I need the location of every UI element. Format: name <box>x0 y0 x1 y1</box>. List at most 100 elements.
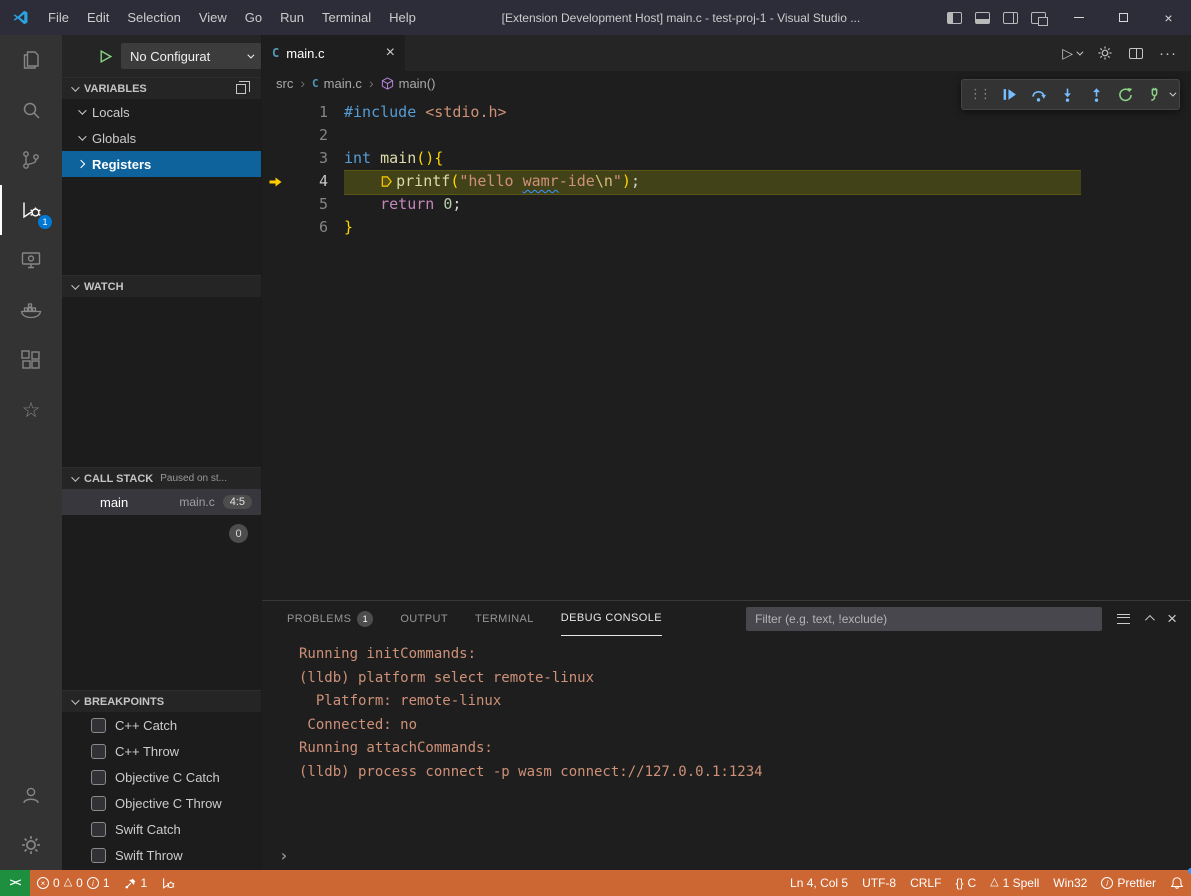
menu-view[interactable]: View <box>190 0 236 35</box>
collapse-all-icon[interactable] <box>236 84 246 94</box>
notifications-bell[interactable] <box>1163 870 1191 896</box>
accounts-icon[interactable] <box>0 770 62 820</box>
step-over-button[interactable] <box>1024 82 1053 108</box>
breakpoint-row[interactable]: C++ Catch <box>62 712 261 738</box>
menu-selection[interactable]: Selection <box>118 0 189 35</box>
breakpoint-row[interactable]: Swift Throw <box>62 842 261 868</box>
star-icon[interactable]: ☆ <box>0 385 62 435</box>
toggle-sidebar-icon[interactable] <box>947 12 962 24</box>
code-editor[interactable]: 1#include <stdio.h>23int main(){4 printf… <box>262 95 1191 600</box>
breadcrumb-file[interactable]: C main.c <box>312 76 362 91</box>
breadcrumb-symbol[interactable]: main() <box>381 76 436 91</box>
code-line-3[interactable]: 3int main(){ <box>262 147 1191 170</box>
customize-layout-icon[interactable] <box>1031 12 1046 24</box>
line-number: 6 <box>288 216 328 239</box>
encoding-status[interactable]: UTF-8 <box>855 870 903 896</box>
breakpoint-checkbox[interactable] <box>91 770 106 785</box>
console-prompt-icon[interactable]: › <box>279 846 289 865</box>
panel-tab-output[interactable]: OUTPUT <box>400 601 448 636</box>
tools-status[interactable]: 1 <box>117 870 155 896</box>
tab-close-icon[interactable]: × <box>386 45 395 61</box>
problems-status[interactable]: × 0 △ 0 i 1 <box>30 870 117 896</box>
breakpoint-row[interactable]: Objective C Throw <box>62 790 261 816</box>
extensions-icon[interactable] <box>0 335 62 385</box>
breakpoint-checkbox[interactable] <box>91 796 106 811</box>
toggle-panel-icon[interactable] <box>975 12 990 24</box>
stack-frame-row[interactable]: main main.c 4:5 <box>62 489 261 515</box>
close-button[interactable]: × <box>1146 0 1191 35</box>
run-and-debug-icon[interactable]: 1 <box>0 185 62 235</box>
remote-explorer-icon[interactable] <box>0 235 62 285</box>
breakpoints-section-header[interactable]: BREAKPOINTS <box>62 690 261 712</box>
debug-launch-toolbar: No Configurat <box>62 35 261 77</box>
maximize-panel-icon[interactable] <box>1145 615 1155 625</box>
variables-item-locals[interactable]: Locals <box>62 99 261 125</box>
variables-item-globals[interactable]: Globals <box>62 125 261 151</box>
menu-help[interactable]: Help <box>380 0 425 35</box>
panel-tab-problems[interactable]: PROBLEMS1 <box>287 601 373 636</box>
settings-gear-icon[interactable] <box>0 820 62 870</box>
breakpoint-row[interactable]: Swift Catch <box>62 816 261 842</box>
callstack-section-header[interactable]: CALL STACK Paused on st... <box>62 467 261 489</box>
method-symbol-icon <box>381 77 394 90</box>
console-menu-icon[interactable] <box>1117 614 1130 624</box>
more-actions-icon[interactable]: ··· <box>1159 45 1177 62</box>
code-line-6[interactable]: 6} <box>262 216 1191 239</box>
code-line-2[interactable]: 2 <box>262 124 1191 147</box>
formatter-status[interactable]: / Prettier <box>1094 870 1163 896</box>
watch-section-header[interactable]: WATCH <box>62 275 261 297</box>
spell-status[interactable]: △ 1 Spell <box>983 870 1046 896</box>
debug-configuration-dropdown[interactable]: No Configurat <box>121 43 261 69</box>
breadcrumb-src[interactable]: src <box>276 76 293 91</box>
step-into-button[interactable] <box>1053 82 1082 108</box>
run-or-debug-button[interactable]: ▷ <box>1062 45 1081 62</box>
panel-tab-debug-console[interactable]: DEBUG CONSOLE <box>561 601 662 636</box>
console-filter-input[interactable] <box>746 607 1102 631</box>
titlebar: FileEditSelectionViewGoRunTerminalHelp [… <box>0 0 1191 35</box>
editor-settings-gear-icon[interactable] <box>1097 45 1113 61</box>
variables-item-registers[interactable]: Registers <box>62 151 261 177</box>
menu-go[interactable]: Go <box>236 0 271 35</box>
drag-handle-icon[interactable]: ⋮⋮ <box>967 87 995 102</box>
breakpoint-checkbox[interactable] <box>91 744 106 759</box>
variables-section-header[interactable]: VARIABLES <box>62 77 261 99</box>
breakpoint-checkbox[interactable] <box>91 848 106 863</box>
debug-status[interactable] <box>154 870 182 896</box>
code-content: #include <stdio.h> <box>344 101 507 124</box>
remote-indicator[interactable]: >< <box>0 870 30 896</box>
platform-status[interactable]: Win32 <box>1046 870 1094 896</box>
debug-console-output[interactable]: Running initCommands:(lldb) platform sel… <box>262 636 1191 870</box>
minimize-button[interactable] <box>1056 0 1101 35</box>
menu-run[interactable]: Run <box>271 0 313 35</box>
disconnect-button[interactable] <box>1140 82 1169 108</box>
breakpoint-checkbox[interactable] <box>91 718 106 733</box>
menu-edit[interactable]: Edit <box>78 0 118 35</box>
code-line-4[interactable]: 4 printf("hello wamr-ide\n"); <box>262 170 1191 193</box>
code-line-5[interactable]: 5 return 0; <box>262 193 1191 216</box>
maximize-button[interactable] <box>1101 0 1146 35</box>
source-control-icon[interactable] <box>0 135 62 185</box>
menu-file[interactable]: File <box>39 0 78 35</box>
continue-button[interactable] <box>995 82 1024 108</box>
breakpoint-checkbox[interactable] <box>91 822 106 837</box>
panel-tab-terminal[interactable]: TERMINAL <box>475 601 534 636</box>
docker-icon[interactable] <box>0 285 62 335</box>
panel-actions: × <box>1117 610 1177 627</box>
toggle-secondary-sidebar-icon[interactable] <box>1003 12 1018 24</box>
eol-status[interactable]: CRLF <box>903 870 948 896</box>
menu-terminal[interactable]: Terminal <box>313 0 380 35</box>
close-panel-icon[interactable]: × <box>1167 610 1177 627</box>
step-out-button[interactable] <box>1082 82 1111 108</box>
explorer-icon[interactable] <box>0 35 62 85</box>
search-icon[interactable] <box>0 85 62 135</box>
code-content: int main(){ <box>344 147 443 170</box>
split-editor-icon[interactable] <box>1129 48 1143 59</box>
breakpoint-row[interactable]: Objective C Catch <box>62 764 261 790</box>
cursor-position[interactable]: Ln 4, Col 5 <box>783 870 855 896</box>
restart-button[interactable] <box>1111 82 1140 108</box>
start-debugging-icon[interactable] <box>98 49 113 64</box>
tab-main-c[interactable]: C main.c × <box>262 35 405 71</box>
debug-session-dropdown-icon[interactable] <box>1169 90 1176 97</box>
language-status[interactable]: {} C <box>948 870 983 896</box>
breakpoint-row[interactable]: C++ Throw <box>62 738 261 764</box>
